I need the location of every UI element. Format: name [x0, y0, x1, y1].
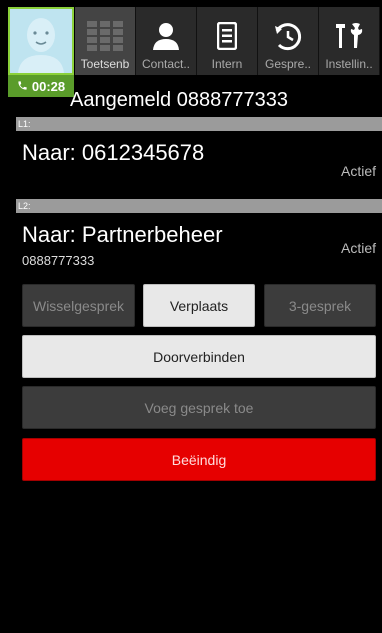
call-timer: 00:28: [8, 75, 74, 97]
tab-contacts-label: Contact..: [141, 57, 191, 71]
transfer-button[interactable]: Doorverbinden: [22, 335, 376, 378]
line-1-status: Actief: [340, 163, 376, 179]
tab-keypad-label: Toetsenb: [80, 57, 130, 71]
tab-calls[interactable]: Gespre..: [258, 7, 319, 75]
login-status: Aangemeld 0888777333: [70, 89, 288, 111]
three-way-button[interactable]: 3-gesprek: [264, 284, 376, 327]
call-timer-text: 00:28: [31, 78, 66, 94]
tab-settings[interactable]: Instellin..: [319, 7, 380, 75]
phone-icon: [17, 79, 28, 94]
call-history-icon: [273, 17, 303, 55]
line-2-destination: Naar: Partnerbeheer: [22, 222, 223, 247]
keypad-icon: [87, 17, 123, 55]
caller-avatar[interactable]: [8, 7, 74, 75]
line-2-number: 0888777333: [22, 253, 95, 268]
tools-icon: [334, 17, 364, 55]
tab-keypad[interactable]: Toetsenb: [75, 7, 136, 75]
contact-icon: [152, 17, 180, 55]
line-2-status: Actief: [340, 240, 376, 256]
move-call-button[interactable]: Verplaats: [143, 284, 255, 327]
tab-calls-label: Gespre..: [264, 57, 312, 71]
tab-bar: Toetsenb Contact.. Intern Gespre.. Inste…: [75, 7, 382, 75]
tab-settings-label: Instellin..: [325, 57, 373, 71]
line-1-destination: Naar: 0612345678: [22, 140, 205, 165]
tab-internal[interactable]: Intern: [197, 7, 258, 75]
tab-contacts[interactable]: Contact..: [136, 7, 197, 75]
tab-internal-label: Intern: [211, 57, 243, 71]
switch-call-button[interactable]: Wisselgesprek: [22, 284, 135, 327]
list-icon: [217, 17, 237, 55]
add-call-button[interactable]: Voeg gesprek toe: [22, 386, 376, 429]
person-avatar-icon: [18, 18, 64, 73]
line-1-header: L1:: [16, 117, 382, 131]
end-call-button[interactable]: Beëindig: [22, 438, 376, 481]
line-2-header: L2:: [16, 199, 382, 213]
